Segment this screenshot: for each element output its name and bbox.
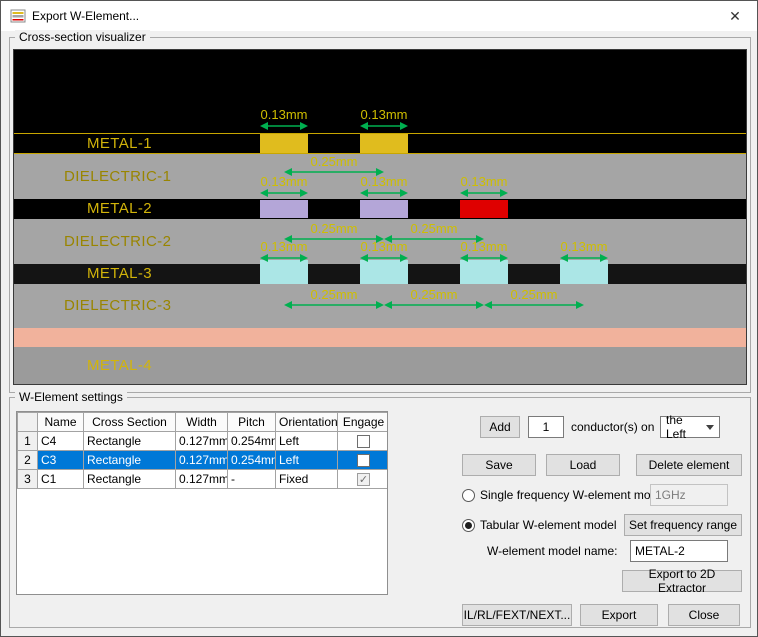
close-button[interactable]: Close [668, 604, 740, 626]
width-cell[interactable]: 0.127mm [176, 432, 228, 451]
w-element-settings-group-label: W-Element settings [15, 390, 127, 404]
conductor-count-input[interactable] [528, 416, 564, 438]
app-icon [10, 8, 26, 24]
table-header-row: Name Cross Section Width Pitch Orientati… [18, 413, 389, 432]
close-window-button[interactable]: ✕ [713, 1, 757, 31]
close-icon: ✕ [729, 8, 741, 25]
pitch-cell[interactable]: 0.254mm [228, 451, 276, 470]
dimension-label: 0.13mm [461, 240, 508, 254]
cross-section-canvas: METAL-1DIELECTRIC-1METAL-2DIELECTRIC-2ME… [13, 49, 747, 385]
set-frequency-range-button[interactable]: Set frequency range [624, 514, 742, 536]
name-cell[interactable]: C4 [38, 432, 84, 451]
engage-checkbox[interactable]: ✓ [357, 473, 370, 486]
dimension-label: 0.13mm [261, 175, 308, 189]
add-button[interactable]: Add [480, 416, 520, 438]
column-header-cross-section: Cross Section [84, 413, 176, 432]
row-number-cell[interactable]: 2 [18, 451, 38, 470]
conductors-on-label: conductor(s) on [571, 420, 654, 434]
dimension-arrows [14, 50, 746, 384]
dimension-label: 0.13mm [361, 240, 408, 254]
column-header-width: Width [176, 413, 228, 432]
dimension-label: 0.25mm [511, 288, 558, 302]
dimension-label: 0.13mm [261, 108, 308, 122]
engage-checkbox[interactable] [357, 454, 370, 467]
radio-unchecked-icon [462, 489, 475, 502]
side-select-value: the Left [666, 413, 706, 441]
dimension-label: 0.13mm [361, 108, 408, 122]
single-frequency-radio[interactable]: Single frequency W-element model [462, 484, 667, 506]
table-row-C3[interactable]: 2C3Rectangle0.127mm0.254mmLeft [18, 451, 389, 470]
il-rl-fext-next-button[interactable]: IL/RL/FEXT/NEXT... [462, 604, 572, 626]
w-element-settings-group: W-Element settings Name Cross Section Wi… [9, 397, 751, 628]
load-button[interactable]: Load [546, 454, 620, 476]
export-button[interactable]: Export [580, 604, 658, 626]
column-header-orientation: Orientation [276, 413, 338, 432]
engage-cell[interactable] [338, 432, 389, 451]
row-number-header [18, 413, 38, 432]
model-name-input[interactable] [630, 540, 728, 562]
dimension-label: 0.13mm [461, 175, 508, 189]
dimension-label: 0.25mm [411, 222, 458, 236]
cross-section-cell[interactable]: Rectangle [84, 432, 176, 451]
cross-section-group: Cross-section visualizer METAL-1DIELECTR… [9, 37, 751, 393]
orientation-cell[interactable]: Fixed [276, 470, 338, 489]
orientation-cell[interactable]: Left [276, 451, 338, 470]
dimension-label: 0.13mm [361, 175, 408, 189]
name-cell[interactable]: C3 [38, 451, 84, 470]
row-number-cell[interactable]: 3 [18, 470, 38, 489]
dimension-label: 0.25mm [311, 222, 358, 236]
dimension-label: 0.25mm [311, 155, 358, 169]
tabular-model-radio[interactable]: Tabular W-element model [462, 514, 617, 536]
table-row-C4[interactable]: 1C4Rectangle0.127mm0.254mmLeft [18, 432, 389, 451]
row-number-cell[interactable]: 1 [18, 432, 38, 451]
side-select[interactable]: the Left [660, 416, 720, 438]
window-title: Export W-Element... [32, 9, 139, 23]
engage-checkbox[interactable] [357, 435, 370, 448]
radio-checked-icon [462, 519, 475, 532]
dimension-label: 0.13mm [561, 240, 608, 254]
titlebar: Export W-Element... ✕ [1, 1, 757, 31]
export-2d-extractor-button[interactable]: Export to 2D Extractor [622, 570, 742, 592]
cross-section-cell[interactable]: Rectangle [84, 451, 176, 470]
dimension-label: 0.13mm [261, 240, 308, 254]
name-cell[interactable]: C1 [38, 470, 84, 489]
pitch-cell[interactable]: 0.254mm [228, 432, 276, 451]
settings-table-body: 1C4Rectangle0.127mm0.254mmLeft2C3Rectang… [18, 432, 389, 489]
table-row-C1[interactable]: 3C1Rectangle0.127mm-Fixed ✓ [18, 470, 389, 489]
chevron-down-icon [706, 425, 714, 430]
cross-section-cell[interactable]: Rectangle [84, 470, 176, 489]
export-w-element-dialog: Export W-Element... ✕ Cross-section visu… [0, 0, 758, 637]
column-header-engage: Engage [338, 413, 389, 432]
dimension-label: 0.25mm [311, 288, 358, 302]
dimension-label: 0.25mm [411, 288, 458, 302]
column-header-name: Name [38, 413, 84, 432]
engage-cell[interactable]: ✓ [338, 470, 389, 489]
width-cell[interactable]: 0.127mm [176, 451, 228, 470]
model-name-label: W-element model name: [487, 544, 618, 558]
width-cell[interactable]: 0.127mm [176, 470, 228, 489]
orientation-cell[interactable]: Left [276, 432, 338, 451]
delete-element-button[interactable]: Delete element [636, 454, 742, 476]
tabular-model-label: Tabular W-element model [480, 518, 617, 532]
cross-section-group-label: Cross-section visualizer [15, 30, 150, 44]
single-frequency-label: Single frequency W-element model [480, 488, 667, 502]
single-frequency-value-input[interactable] [650, 484, 728, 506]
save-button[interactable]: Save [462, 454, 536, 476]
conductor-table: Name Cross Section Width Pitch Orientati… [16, 411, 388, 595]
column-header-pitch: Pitch [228, 413, 276, 432]
pitch-cell[interactable]: - [228, 470, 276, 489]
engage-cell[interactable] [338, 451, 389, 470]
